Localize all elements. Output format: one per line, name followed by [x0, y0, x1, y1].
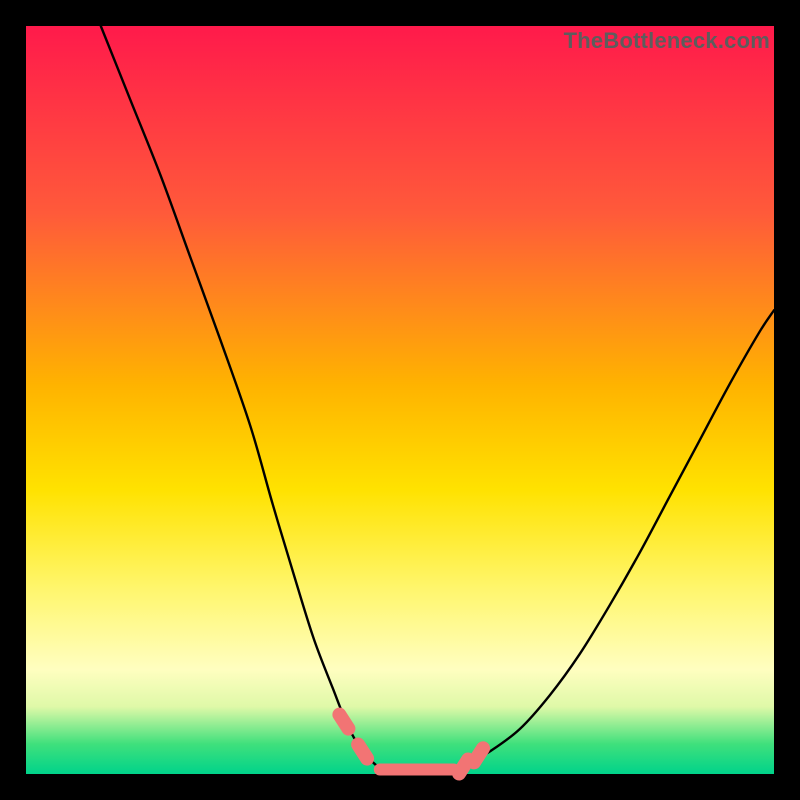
bottleneck-curve: [101, 26, 774, 771]
marker-group: [339, 715, 483, 776]
bottleneck-curve-group: [101, 26, 774, 771]
left-marker-lower: [358, 745, 367, 759]
chart-frame: TheBottleneck.com: [0, 0, 800, 800]
right-marker-upper: [474, 748, 483, 762]
right-marker-lower: [459, 760, 468, 774]
left-marker-upper: [339, 715, 348, 729]
chart-svg: [26, 26, 774, 774]
valley-span-marker: [374, 764, 460, 776]
